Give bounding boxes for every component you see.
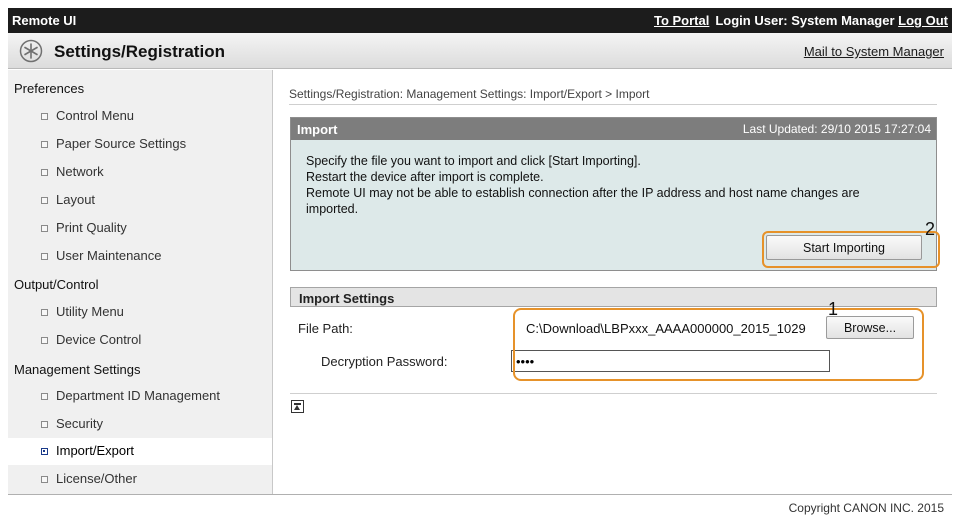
decryption-password-label: Decryption Password: bbox=[321, 354, 448, 369]
footer: Copyright CANON INC. 2015 bbox=[8, 494, 952, 524]
sidebar-item-department-id-management[interactable]: Department ID Management bbox=[8, 383, 272, 410]
to-portal-link[interactable]: To Portal bbox=[654, 13, 709, 28]
bullet-icon bbox=[41, 141, 48, 148]
sidebar-heading-output-control: Output/Control bbox=[14, 277, 99, 292]
sidebar-heading-preferences: Preferences bbox=[14, 81, 85, 96]
sidebar-item-label: Security bbox=[56, 416, 103, 431]
import-instruction-line: imported. bbox=[306, 202, 359, 216]
login-user-label: Login User: bbox=[715, 13, 788, 28]
step-marker-2: 2 bbox=[925, 219, 936, 239]
settings-asterisk-icon bbox=[19, 39, 43, 63]
start-importing-button[interactable]: Start Importing bbox=[766, 235, 922, 260]
bullet-icon bbox=[41, 421, 48, 428]
log-out-link[interactable]: Log Out bbox=[898, 13, 948, 28]
sidebar-item-label: Paper Source Settings bbox=[56, 136, 187, 151]
sidebar-item-label: Layout bbox=[56, 192, 96, 207]
bullet-icon bbox=[41, 393, 48, 400]
page-title: Settings/Registration bbox=[54, 42, 225, 61]
copyright: Copyright CANON INC. 2015 bbox=[788, 501, 944, 515]
top-bar: Remote UI To Portal Login User: System Ma… bbox=[8, 8, 952, 33]
sidebar-item-user-maintenance[interactable]: User Maintenance bbox=[8, 243, 272, 270]
sidebar-item-label: User Maintenance bbox=[56, 248, 162, 263]
scroll-to-top-icon[interactable] bbox=[291, 400, 304, 413]
sidebar-item-device-control[interactable]: Device Control bbox=[8, 327, 272, 354]
app-title: Remote UI bbox=[12, 13, 77, 28]
sidebar-item-label: Department ID Management bbox=[56, 388, 221, 403]
breadcrumb: Settings/Registration: Management Settin… bbox=[289, 87, 650, 101]
import-instruction-line: Specify the file you want to import and … bbox=[306, 154, 641, 168]
sidebar-item-import-export[interactable]: Import/Export bbox=[8, 438, 272, 465]
sidebar-item-label: Network bbox=[56, 164, 104, 179]
sidebar-item-label: Device Control bbox=[56, 332, 142, 347]
import-settings-title: Import Settings bbox=[299, 291, 395, 306]
bullet-icon bbox=[41, 476, 48, 483]
import-settings-header: Import Settings bbox=[290, 287, 937, 307]
import-settings-panel: Import Settings File Path: Browse... Dec… bbox=[290, 287, 937, 381]
sidebar-item-label: Control Menu bbox=[56, 108, 135, 123]
bullet-icon bbox=[41, 169, 48, 176]
bullet-icon bbox=[41, 309, 48, 316]
bullet-icon bbox=[41, 197, 48, 204]
bullet-icon bbox=[41, 337, 48, 344]
sidebar-item-label: Print Quality bbox=[56, 220, 127, 235]
sidebar-heading-management-settings: Management Settings bbox=[14, 362, 141, 377]
sidebar-item-print-quality[interactable]: Print Quality bbox=[8, 215, 272, 242]
import-panel: Import Last Updated: 29/10 2015 17:27:04… bbox=[290, 117, 937, 271]
page-header: Settings/Registration Mail to System Man… bbox=[8, 33, 952, 69]
sidebar-item-paper-source-settings[interactable]: Paper Source Settings bbox=[8, 131, 272, 158]
import-panel-header: Import Last Updated: 29/10 2015 17:27:04 bbox=[291, 118, 936, 140]
sidebar-item-security[interactable]: Security bbox=[8, 411, 272, 438]
import-panel-title: Import bbox=[297, 122, 338, 137]
login-user-name: System Manager bbox=[791, 13, 895, 28]
user-bar: To Portal Login User: System Manager Log … bbox=[654, 13, 948, 28]
divider bbox=[289, 104, 937, 105]
bullet-icon bbox=[41, 113, 48, 120]
sidebar-item-label: Import/Export bbox=[56, 443, 135, 458]
sidebar: Preferences Control Menu Paper Source Se… bbox=[8, 70, 273, 494]
sidebar-item-utility-menu[interactable]: Utility Menu bbox=[8, 299, 272, 326]
decryption-password-input[interactable] bbox=[511, 350, 830, 372]
last-updated: Last Updated: 29/10 2015 17:27:04 bbox=[742, 122, 931, 136]
divider bbox=[290, 393, 937, 394]
sidebar-item-license-other[interactable]: License/Other bbox=[8, 466, 272, 493]
bullet-icon bbox=[41, 225, 48, 232]
sidebar-item-network[interactable]: Network bbox=[8, 159, 272, 186]
mail-to-system-manager-link[interactable]: Mail to System Manager bbox=[804, 44, 944, 59]
browse-button[interactable]: Browse... bbox=[826, 316, 914, 339]
import-instruction-line: Remote UI may not be able to establish c… bbox=[306, 186, 860, 200]
sidebar-item-control-menu[interactable]: Control Menu bbox=[8, 103, 272, 130]
sidebar-item-layout[interactable]: Layout bbox=[8, 187, 272, 214]
sidebar-item-label: License/Other bbox=[56, 471, 137, 486]
file-path-label: File Path: bbox=[298, 321, 353, 336]
step-marker-1: 1 bbox=[828, 299, 839, 319]
sidebar-item-label: Utility Menu bbox=[56, 304, 124, 319]
bullet-icon bbox=[41, 253, 48, 260]
bullet-icon bbox=[41, 448, 48, 455]
file-path-input[interactable] bbox=[524, 317, 828, 339]
import-instruction-line: Restart the device after import is compl… bbox=[306, 170, 544, 184]
